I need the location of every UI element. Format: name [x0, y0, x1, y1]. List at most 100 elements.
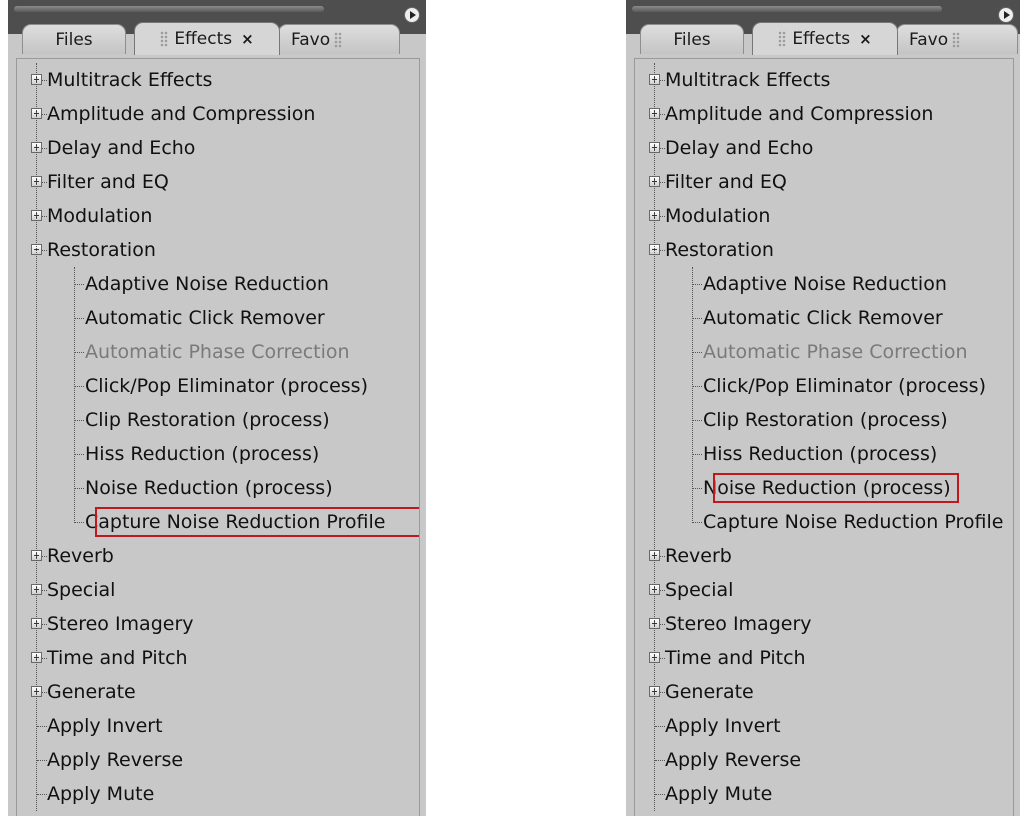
tab-favorites[interactable]: Favo: [896, 24, 1018, 54]
tree-category[interactable]: Generate: [17, 675, 419, 709]
tree-subitem[interactable]: Hiss Reduction (process): [17, 437, 419, 471]
tab-files-label: Files: [55, 30, 93, 50]
tree-category[interactable]: Time and Pitch: [635, 641, 1013, 675]
tree-connector-line: [75, 284, 84, 285]
tree-category[interactable]: Stereo Imagery: [17, 607, 419, 641]
tree-item-label: Special: [665, 579, 734, 601]
tree-subitem[interactable]: Automatic Click Remover: [17, 301, 419, 335]
tree-item[interactable]: Apply Invert: [635, 709, 1013, 743]
close-icon[interactable]: ×: [241, 30, 254, 48]
tree-subitem[interactable]: Click/Pop Eliminator (process): [17, 369, 419, 403]
tree-item-label: Automatic Click Remover: [85, 307, 325, 329]
tree-item-label: Apply Mute: [665, 783, 773, 805]
tree-item-label: Restoration: [665, 239, 774, 261]
tree-category[interactable]: Delay and Echo: [635, 131, 1013, 165]
tree-item-label: Delay and Echo: [47, 137, 196, 159]
tree-connector-line: [75, 522, 84, 523]
tree-item-label: Delay and Echo: [665, 137, 814, 159]
tree-subitem[interactable]: Automatic Phase Correction: [17, 335, 419, 369]
tree-connector-line: [693, 522, 702, 523]
grip-dots-icon[interactable]: [952, 32, 961, 48]
tree-category[interactable]: Reverb: [635, 539, 1013, 573]
tab-favorites[interactable]: Favo: [278, 24, 400, 54]
tree-item-label: Reverb: [665, 545, 732, 567]
tree-category[interactable]: Filter and EQ: [17, 165, 419, 199]
tree-item-label: Adaptive Noise Reduction: [703, 273, 947, 295]
tree-category[interactable]: Reverb: [17, 539, 419, 573]
tree-category[interactable]: Amplitude and Compression: [635, 97, 1013, 131]
tree-item-label: Stereo Imagery: [47, 613, 194, 635]
grip-dots-icon[interactable]: [160, 31, 169, 47]
tree-connector-line: [75, 454, 84, 455]
tree-connector-line: [693, 420, 702, 421]
tree-item-label: Generate: [665, 681, 754, 703]
tree-item-label: Apply Invert: [665, 715, 781, 737]
tab-effects[interactable]: Effects ×: [752, 22, 898, 55]
tree-category[interactable]: Special: [17, 573, 419, 607]
grip-dots-icon[interactable]: [334, 32, 343, 48]
tree-category[interactable]: Time and Pitch: [17, 641, 419, 675]
tree-item-label: Amplitude and Compression: [47, 103, 316, 125]
tree-item-label: Noise Reduction (process): [85, 477, 333, 499]
tree-item-label: Filter and EQ: [47, 171, 169, 193]
tree-category[interactable]: Stereo Imagery: [635, 607, 1013, 641]
tree-subitem[interactable]: Noise Reduction (process): [17, 471, 419, 505]
tree-category[interactable]: Restoration: [635, 233, 1013, 267]
tree-connector-line: [655, 726, 665, 727]
tree-connector-line: [693, 454, 702, 455]
tree-category[interactable]: Special: [635, 573, 1013, 607]
tree-category[interactable]: Modulation: [635, 199, 1013, 233]
tree-item-label: Apply Reverse: [47, 749, 184, 771]
tree-item[interactable]: Apply Mute: [17, 777, 419, 811]
tree-item-label: Modulation: [665, 205, 771, 227]
panel-drag-grip[interactable]: [632, 6, 942, 12]
tree-branch-line: [692, 267, 693, 523]
tree-category[interactable]: Amplitude and Compression: [17, 97, 419, 131]
close-icon[interactable]: ×: [859, 30, 872, 48]
tree-item-label: Restoration: [47, 239, 156, 261]
effects-panel-left: Files Effects × Favo Multitrack Effects Am…: [8, 0, 426, 816]
effects-tree: Multitrack Effects Amplitude and Compress…: [16, 58, 420, 816]
tree-connector-line: [75, 488, 84, 489]
tab-files[interactable]: Files: [640, 24, 744, 54]
tree-category[interactable]: Generate: [635, 675, 1013, 709]
tree-category[interactable]: Delay and Echo: [17, 131, 419, 165]
tree-connector-line: [75, 420, 84, 421]
panel-menu-icon[interactable]: [404, 7, 420, 23]
tree-item-label: Reverb: [47, 545, 114, 567]
panel-menu-icon[interactable]: [998, 7, 1014, 23]
tab-favorites-label: Favo: [909, 30, 949, 50]
tree-item-label: Time and Pitch: [665, 647, 806, 669]
tree-trunk-line: [654, 63, 655, 811]
tree-item-label: Adaptive Noise Reduction: [85, 273, 329, 295]
tree-item[interactable]: Apply Mute: [635, 777, 1013, 811]
tree-item[interactable]: Apply Reverse: [17, 743, 419, 777]
panel-drag-grip[interactable]: [14, 6, 324, 12]
tree-subitem[interactable]: Adaptive Noise Reduction: [17, 267, 419, 301]
effects-tree: Multitrack Effects Amplitude and Compress…: [634, 58, 1014, 816]
tree-connector-line: [655, 794, 665, 795]
tree-category[interactable]: Restoration: [17, 233, 419, 267]
tree-category[interactable]: Modulation: [17, 199, 419, 233]
tree-item-label: Amplitude and Compression: [665, 103, 934, 125]
tab-effects[interactable]: Effects ×: [134, 22, 280, 55]
tree-category[interactable]: Multitrack Effects: [635, 63, 1013, 97]
tree-item-label: Automatic Phase Correction: [703, 341, 968, 363]
effects-panel-right: Files Effects × Favo Multitrack Effects Am…: [626, 0, 1020, 816]
tree-category[interactable]: Multitrack Effects: [17, 63, 419, 97]
grip-dots-icon[interactable]: [778, 31, 787, 47]
tree-category[interactable]: Filter and EQ: [635, 165, 1013, 199]
tree-subitem[interactable]: Clip Restoration (process): [17, 403, 419, 437]
tree-connector-line: [37, 726, 47, 727]
tab-files[interactable]: Files: [22, 24, 126, 54]
tree-item-label: Hiss Reduction (process): [85, 443, 320, 465]
tree-connector-line: [693, 488, 702, 489]
tree-item[interactable]: Apply Invert: [17, 709, 419, 743]
tree-connector-line: [655, 760, 665, 761]
selection-highlight-box: [95, 507, 419, 537]
tree-connector-line: [37, 760, 47, 761]
tree-item-label: Clip Restoration (process): [85, 409, 330, 431]
tree-item[interactable]: Apply Reverse: [635, 743, 1013, 777]
tree-branch-line: [74, 267, 75, 523]
tree-item-label: Apply Reverse: [665, 749, 802, 771]
